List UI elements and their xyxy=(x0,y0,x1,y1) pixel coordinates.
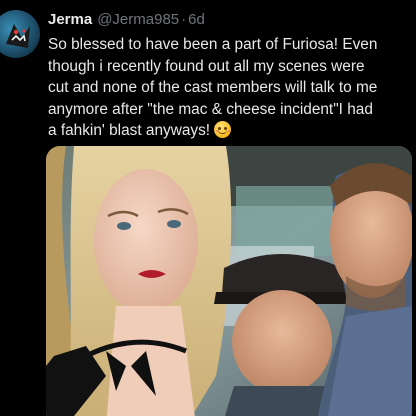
smiling-face-with-blush-emoji xyxy=(214,121,232,139)
tweet-text-line: So blessed to have been a part of Furios… xyxy=(48,36,378,53)
author-name[interactable]: Jerma xyxy=(48,10,92,30)
separator-dot: · xyxy=(181,11,187,28)
author-handle[interactable]: @Jerma985 xyxy=(97,10,179,30)
avatar-icon xyxy=(6,24,30,48)
tweet-text-line-content: a fahkin' blast anyways! xyxy=(48,122,211,140)
tweet-text: So blessed to have been a part of Furios… xyxy=(48,34,408,142)
tweet-text-line: anymore after "the mac & cheese incident… xyxy=(48,100,373,118)
tweet-text-line-last: a fahkin' blast anyways! xyxy=(48,120,408,142)
avatar[interactable] xyxy=(0,10,40,58)
tweet-text-line: though i recently found out all my scene… xyxy=(48,57,365,75)
tweet-text-line: cut and none of the cast members will ta… xyxy=(48,79,378,97)
tweet[interactable]: Jerma @Jerma985 · 6d So blessed to have … xyxy=(0,0,416,416)
photo-image xyxy=(46,146,412,416)
tweet-header: Jerma @Jerma985 · 6d xyxy=(48,10,205,30)
tweet-media-photo[interactable] xyxy=(46,146,412,416)
tweet-timestamp[interactable]: 6d xyxy=(188,10,205,30)
